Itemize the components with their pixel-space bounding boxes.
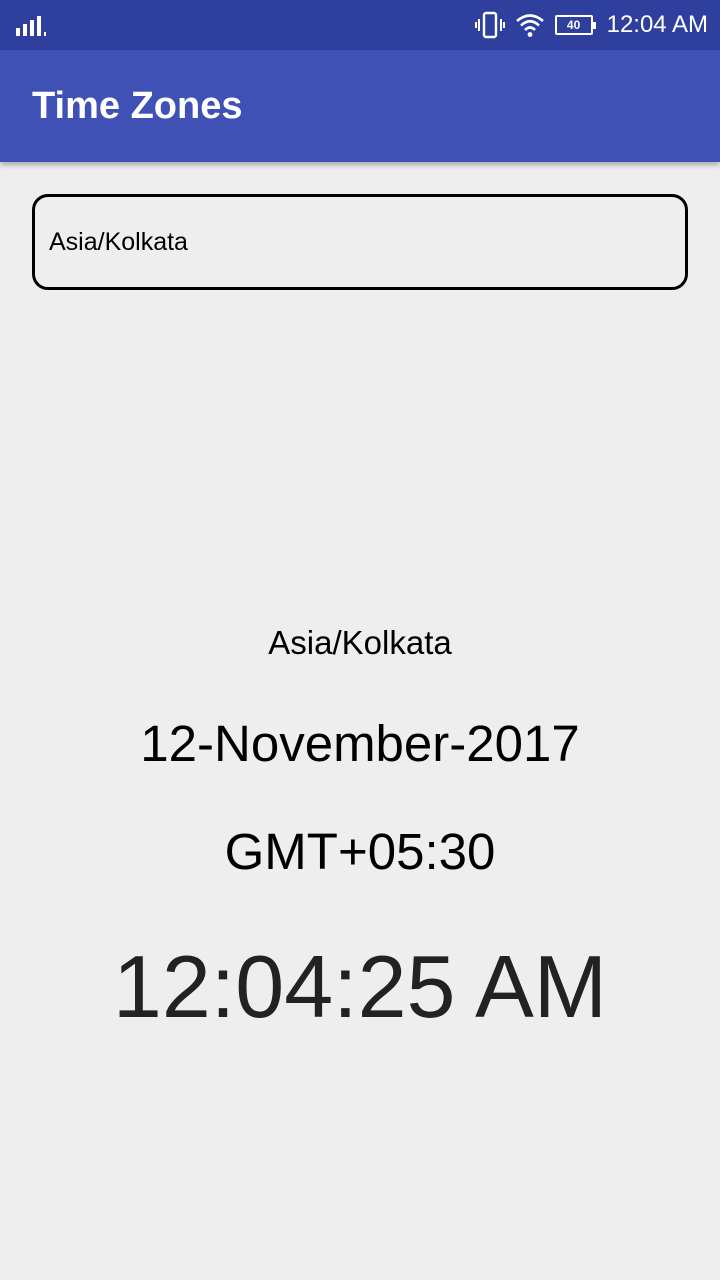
signal-icon (16, 16, 46, 36)
date-label: 12-November-2017 (140, 715, 580, 772)
battery-icon: 40 (554, 15, 596, 35)
app-bar: Time Zones (0, 50, 720, 162)
status-time: 12:04 AM (606, 11, 708, 38)
clock-time: 12:04:25 AM (112, 937, 608, 1036)
wifi-icon (515, 14, 544, 37)
timezone-selector-value: Asia/Kolkata (49, 227, 188, 256)
vibrate-icon (474, 11, 505, 39)
zone-name-label: Asia/Kolkata (268, 624, 452, 661)
app-title: Time Zones (32, 85, 243, 127)
status-bar: 40 12:04 AM (0, 0, 720, 50)
timezone-selector[interactable]: Asia/Kolkata (32, 194, 688, 290)
status-icons: 40 12:04 AM (474, 0, 708, 50)
gmt-offset-label: GMT+05:30 (224, 823, 496, 880)
battery-level: 40 (566, 18, 581, 32)
